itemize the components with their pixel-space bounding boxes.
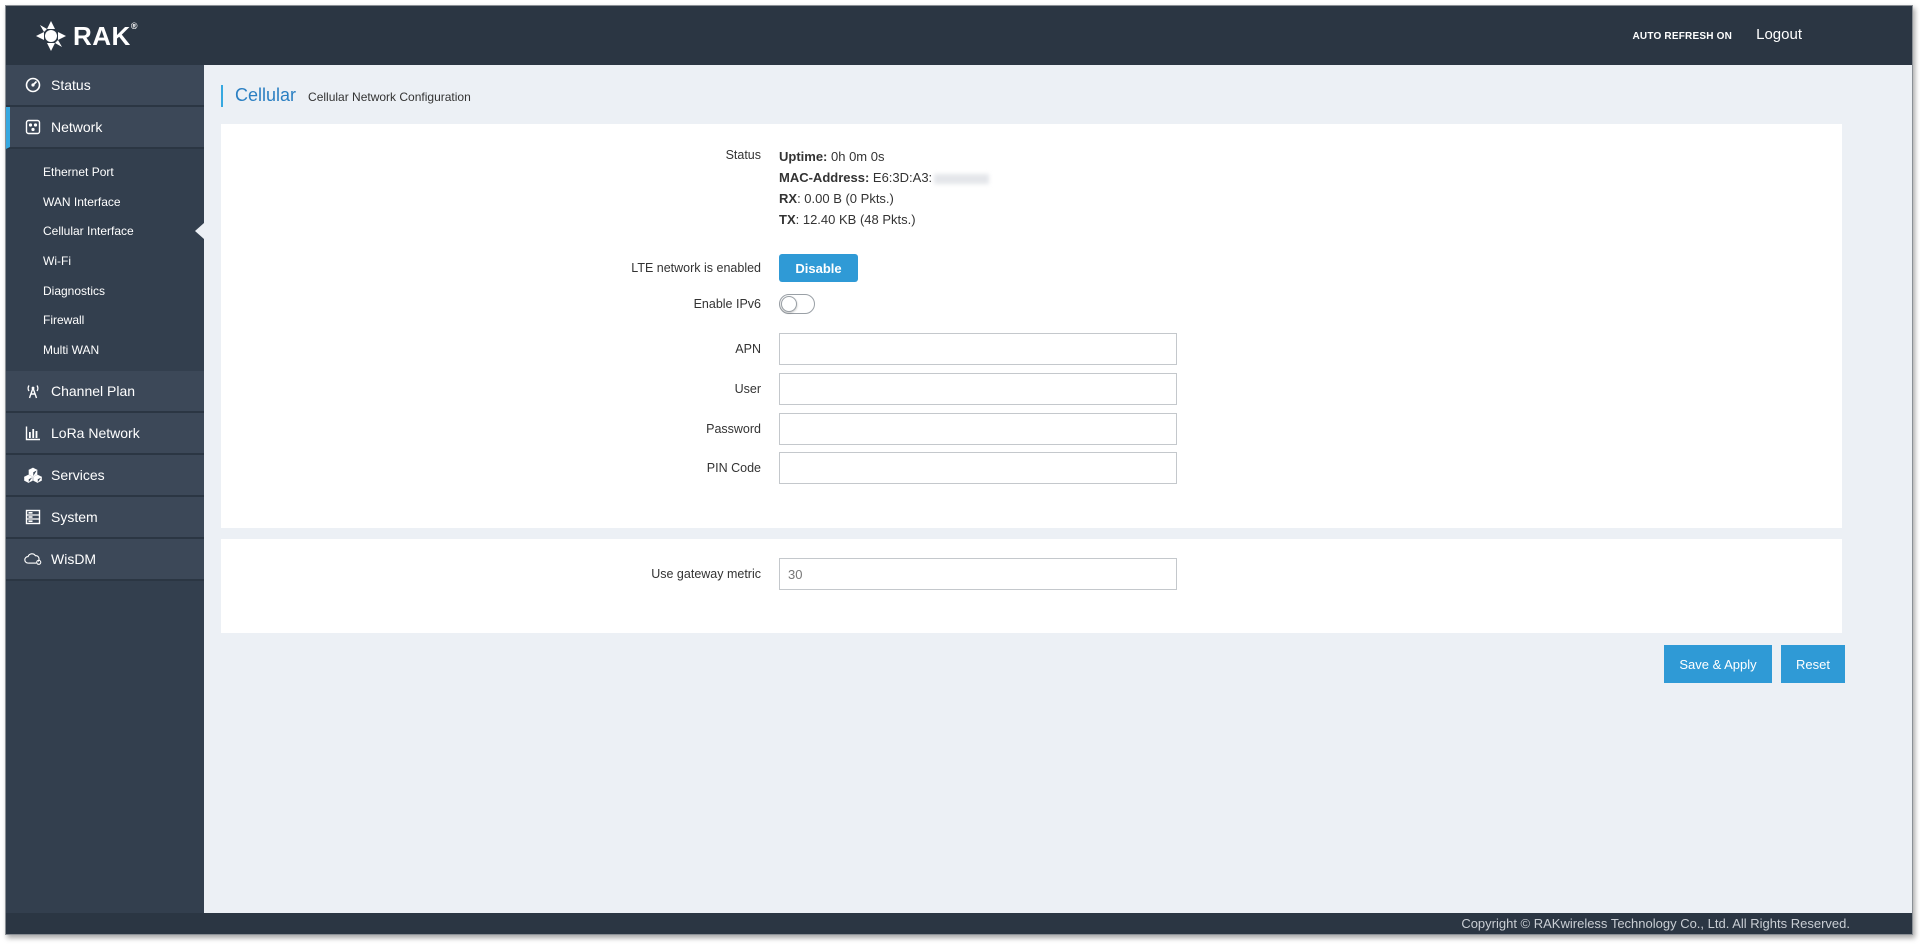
sidebar-item-label: Network [51, 119, 103, 135]
password-label: Password [706, 422, 761, 436]
page-title: Cellular [235, 85, 297, 105]
pin-label: PIN Code [706, 461, 761, 475]
sidebar-item-lora-network[interactable]: LoRa Network [6, 412, 204, 455]
sidebar-item-network[interactable]: Network [6, 107, 204, 149]
metric-row: Use gateway metric [221, 558, 1842, 590]
lte-label: LTE network is enabled [631, 261, 761, 275]
app-window: RAK® AUTO REFRESH ON Logout Status Netwo… [5, 5, 1913, 935]
metric-label: Use gateway metric [651, 567, 761, 581]
submenu-diagnostics[interactable]: Diagnostics [6, 276, 204, 306]
uptime-key: Uptime: [779, 149, 828, 164]
lte-row: LTE network is enabled Disable [221, 254, 1842, 282]
rx-value: : 0.00 B (0 Pkts.) [797, 191, 894, 206]
user-row: User [221, 373, 1842, 405]
tx-value: : 12.40 KB (48 Pkts.) [795, 212, 916, 227]
user-label: User [734, 382, 761, 396]
rak-logo-icon [36, 21, 66, 51]
pin-row: PIN Code [221, 452, 1842, 484]
submenu-wifi[interactable]: Wi-Fi [6, 246, 204, 276]
sidebar-item-label: LoRa Network [51, 424, 140, 441]
tx-key: TX [779, 212, 796, 227]
sidebar-item-label: Status [51, 77, 91, 93]
mac-redacted [934, 173, 990, 184]
sidebar: Status Network Ethernet Port WAN Interfa… [6, 65, 204, 913]
status-row: Status Uptime: 0h 0m 0s MAC-Address: E6:… [221, 146, 1842, 230]
metric-panel: Use gateway metric [221, 539, 1842, 633]
metric-input[interactable] [779, 558, 1177, 590]
ipv6-label: Enable IPv6 [693, 297, 761, 311]
sidebar-item-wisdm[interactable]: WisDM [6, 538, 204, 581]
mac-value: E6:3D:A3: [869, 170, 933, 185]
page-header: Cellular Cellular Network Configuration [221, 85, 471, 107]
bar-chart-icon [24, 424, 42, 442]
uptime-line: Uptime: 0h 0m 0s [779, 146, 989, 167]
sidebar-item-label: Services [51, 466, 105, 483]
apn-label: APN [735, 342, 761, 356]
status-label: Status [725, 148, 761, 162]
auto-refresh-toggle[interactable]: AUTO REFRESH ON [1633, 31, 1733, 42]
logout-link[interactable]: Logout [1756, 26, 1802, 43]
submenu-multi-wan[interactable]: Multi WAN [6, 335, 204, 365]
apn-input[interactable] [779, 333, 1177, 365]
brand-name: RAK [73, 20, 131, 51]
toggle-knob [781, 296, 797, 312]
reset-button[interactable]: Reset [1781, 645, 1845, 683]
ipv6-toggle[interactable] [779, 294, 815, 314]
top-bar: RAK® AUTO REFRESH ON Logout [6, 6, 1912, 65]
status-details: Uptime: 0h 0m 0s MAC-Address: E6:3D:A3: … [779, 146, 990, 230]
sidebar-item-services[interactable]: Services [6, 454, 204, 497]
server-icon [24, 508, 42, 526]
password-row: Password [221, 413, 1842, 445]
sidebar-item-label: WisDM [51, 550, 97, 567]
cloud-icon [24, 550, 42, 568]
network-submenu: Ethernet Port WAN Interface Cellular Int… [6, 149, 204, 371]
rx-key: RX [779, 191, 798, 206]
submenu-wan-interface[interactable]: WAN Interface [6, 187, 204, 217]
cellular-config-panel: Status Uptime: 0h 0m 0s MAC-Address: E6:… [221, 124, 1842, 528]
submenu-ethernet-port[interactable]: Ethernet Port [6, 157, 204, 187]
tx-line: TX: 12.40 KB (48 Pkts.) [779, 209, 989, 230]
brand-logo[interactable]: RAK® [34, 19, 138, 53]
page-subtitle: Cellular Network Configuration [308, 90, 471, 104]
sidebar-item-channel-plan[interactable]: Channel Plan [6, 370, 204, 413]
brand-mark: ® [130, 20, 138, 31]
password-input[interactable] [779, 413, 1177, 445]
antenna-icon [24, 382, 42, 400]
rx-line: RX: 0.00 B (0 Pkts.) [779, 188, 989, 209]
pin-input[interactable] [779, 452, 1177, 484]
ipv6-row: Enable IPv6 [221, 294, 1842, 314]
sidebar-item-label: System [51, 508, 98, 525]
submenu-cellular-interface[interactable]: Cellular Interface [6, 216, 204, 246]
mac-line: MAC-Address: E6:3D:A3: [779, 167, 990, 188]
dashboard-icon [24, 76, 42, 94]
network-icon [24, 118, 42, 136]
apn-row: APN [221, 333, 1842, 365]
submenu-firewall[interactable]: Firewall [6, 305, 204, 335]
save-apply-button[interactable]: Save & Apply [1664, 645, 1772, 683]
uptime-value: 0h 0m 0s [827, 149, 885, 164]
sidebar-item-label: Channel Plan [51, 382, 136, 399]
sidebar-item-system[interactable]: System [6, 496, 204, 539]
mac-key: MAC-Address: [779, 170, 870, 185]
sidebar-item-status[interactable]: Status [6, 65, 204, 107]
footer-copyright: Copyright © RAKwireless Technology Co., … [6, 913, 1912, 934]
cubes-icon [24, 466, 42, 484]
main-content: Cellular Cellular Network Configuration … [204, 65, 1912, 913]
user-input[interactable] [779, 373, 1177, 405]
lte-disable-button[interactable]: Disable [779, 254, 858, 282]
